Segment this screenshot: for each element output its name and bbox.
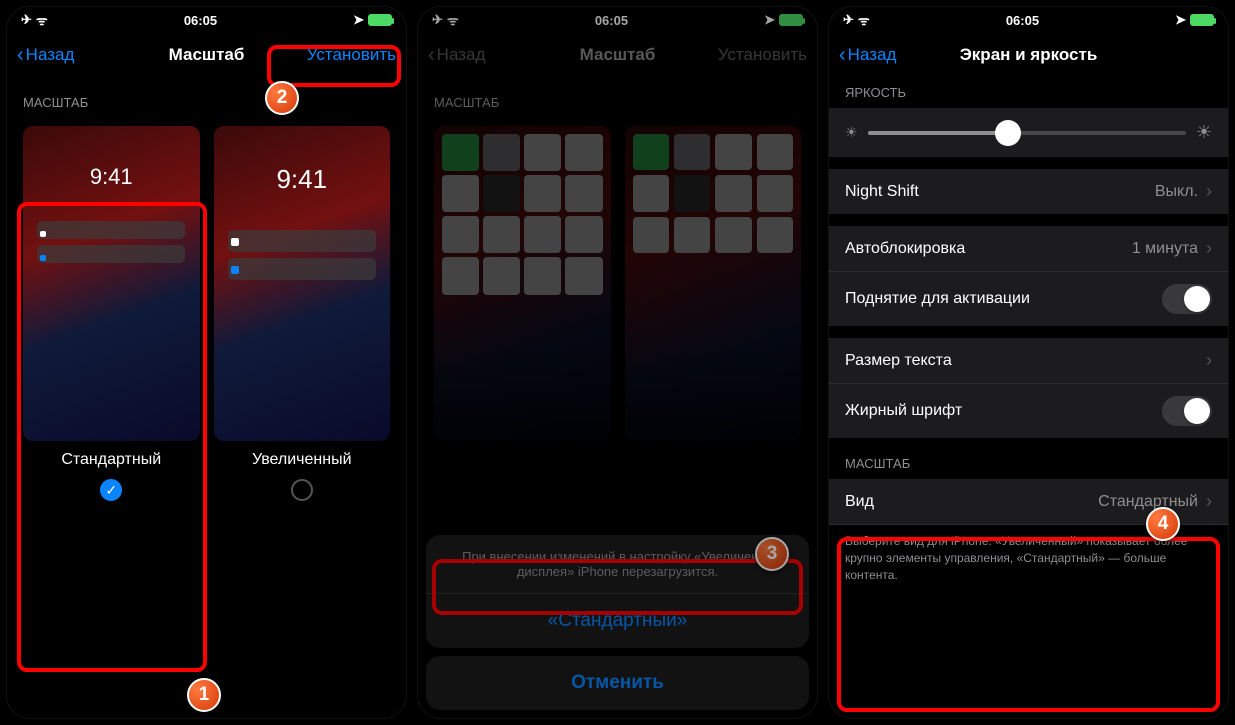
section-header-zoom: МАСШТАБ	[829, 438, 1228, 479]
chevron-right-icon: ›	[1206, 491, 1212, 512]
nav-bar: ‹Назад Масштаб Установить	[7, 33, 406, 77]
view-value: Стандартный	[1098, 493, 1198, 511]
back-button[interactable]: ‹Назад	[17, 45, 74, 65]
brightness-slider[interactable]	[868, 131, 1186, 135]
wifi-icon: ᯤ	[36, 11, 48, 29]
night-shift-value: Выкл.	[1155, 183, 1198, 201]
chevron-left-icon: ‹	[17, 45, 24, 65]
back-button[interactable]: ‹Назад	[839, 45, 896, 65]
airplane-icon: ✈	[432, 12, 443, 28]
night-shift-label: Night Shift	[845, 183, 919, 201]
sheet-cancel-button[interactable]: Отменить	[426, 656, 809, 710]
raise-to-wake-cell: Поднятие для активации	[829, 272, 1228, 326]
set-button: Установить	[718, 45, 807, 65]
chevron-right-icon: ›	[1206, 181, 1212, 202]
airplane-icon: ✈	[843, 12, 854, 28]
status-time: 06:05	[184, 13, 217, 28]
chevron-right-icon: ›	[1206, 350, 1212, 371]
radio-zoomed[interactable]	[291, 479, 313, 501]
chevron-left-icon: ‹	[428, 45, 435, 65]
back-button: ‹Назад	[428, 45, 485, 65]
battery-icon	[368, 14, 392, 26]
option-standard-label: Стандартный	[61, 451, 161, 469]
status-time: 06:05	[595, 13, 628, 28]
panel-1-scale-chooser: ✈ᯤ 06:05 ➤ ‹Назад Масштаб Установить МАС…	[6, 6, 407, 719]
status-time: 06:05	[1006, 13, 1039, 28]
action-sheet-backdrop: При внесении изменений в настройку «Увел…	[418, 348, 817, 718]
location-icon: ➤	[764, 12, 775, 28]
battery-icon	[1190, 14, 1214, 26]
battery-icon	[779, 14, 803, 26]
sheet-confirm-button[interactable]: «Стандартный»	[426, 594, 809, 648]
action-sheet: При внесении изменений в настройку «Увел…	[426, 535, 809, 648]
annotation-badge-4: 4	[1146, 507, 1180, 541]
sheet-message: При внесении изменений в настройку «Увел…	[426, 535, 809, 594]
chevron-right-icon: ›	[1206, 238, 1212, 259]
option-zoomed[interactable]: 9:41 Увеличенный	[214, 126, 391, 501]
bold-text-cell: Жирный шрифт	[829, 384, 1228, 438]
brightness-cell: ☀ ☀	[829, 108, 1228, 157]
status-bar: ✈ᯤ 06:05 ➤	[418, 7, 817, 33]
nav-bar: ‹Назад Экран и яркость	[829, 33, 1228, 77]
set-button[interactable]: Установить	[307, 45, 396, 65]
night-shift-cell[interactable]: Night Shift Выкл. ›	[829, 169, 1228, 214]
option-zoomed-label: Увеличенный	[252, 451, 352, 469]
chevron-left-icon: ‹	[839, 45, 846, 65]
section-header-scale: МАСШТАБ	[7, 77, 406, 118]
wifi-icon: ᯤ	[858, 11, 870, 29]
scale-options: 9:41 Стандартный 9:41 Увеличенный	[7, 118, 406, 513]
location-icon: ➤	[353, 12, 364, 28]
preview-standard: 9:41	[23, 126, 200, 441]
autolock-label: Автоблокировка	[845, 240, 965, 258]
text-size-cell[interactable]: Размер текста ›	[829, 338, 1228, 384]
text-size-label: Размер текста	[845, 352, 952, 370]
location-icon: ➤	[1175, 12, 1186, 28]
panel-2-action-sheet: ✈ᯤ 06:05 ➤ ‹Назад Масштаб Установить МАС…	[417, 6, 818, 719]
status-bar: ✈ᯤ 06:05 ➤	[829, 7, 1228, 33]
bold-toggle[interactable]	[1162, 396, 1212, 426]
raise-toggle[interactable]	[1162, 284, 1212, 314]
section-header-brightness: ЯРКОСТЬ	[829, 77, 1228, 108]
autolock-cell[interactable]: Автоблокировка 1 минута ›	[829, 226, 1228, 272]
nav-bar: ‹Назад Масштаб Установить	[418, 33, 817, 77]
panel-3-display-settings: ✈ᯤ 06:05 ➤ ‹Назад Экран и яркость ЯРКОСТ…	[828, 6, 1229, 719]
sun-small-icon: ☀	[845, 124, 858, 141]
radio-standard[interactable]	[100, 479, 122, 501]
option-standard[interactable]: 9:41 Стандартный	[23, 126, 200, 501]
section-header-scale: МАСШТАБ	[418, 77, 817, 118]
view-label: Вид	[845, 493, 874, 511]
preview-zoomed: 9:41	[214, 126, 391, 441]
sun-large-icon: ☀	[1196, 122, 1212, 143]
autolock-value: 1 минута	[1132, 240, 1198, 258]
airplane-icon: ✈	[21, 12, 32, 28]
annotation-badge-2: 2	[265, 81, 299, 115]
annotation-badge-3: 3	[755, 537, 789, 571]
wifi-icon: ᯤ	[447, 11, 459, 29]
annotation-badge-1: 1	[187, 678, 221, 712]
raise-label: Поднятие для активации	[845, 290, 1030, 308]
bold-label: Жирный шрифт	[845, 402, 962, 420]
status-bar: ✈ᯤ 06:05 ➤	[7, 7, 406, 33]
